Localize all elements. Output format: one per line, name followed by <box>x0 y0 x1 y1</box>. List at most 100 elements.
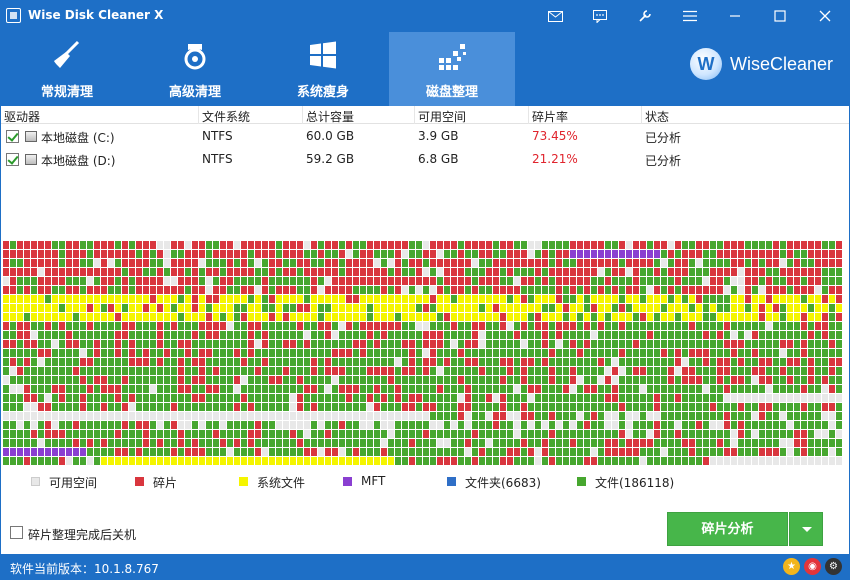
cluster-block <box>269 394 275 402</box>
cluster-block <box>311 376 317 384</box>
cluster-block <box>570 376 576 384</box>
tab-advanced-clean[interactable]: 高级清理 <box>132 32 258 106</box>
cluster-block <box>3 322 9 330</box>
drive-row[interactable]: 本地磁盘 (C:) NTFS 60.0 GB 3.9 GB 73.45% 已分析 <box>1 125 849 147</box>
cluster-block <box>136 367 142 375</box>
cluster-block <box>815 448 821 456</box>
cluster-block <box>535 295 541 303</box>
cluster-block <box>234 394 240 402</box>
col-drive[interactable]: 驱动器 <box>4 108 40 125</box>
shutdown-checkbox[interactable] <box>10 526 23 539</box>
tab-system-slim[interactable]: 系统瘦身 <box>260 32 386 106</box>
cluster-block <box>374 241 380 249</box>
cluster-block <box>486 403 492 411</box>
tab-defrag[interactable]: 磁盘整理 <box>389 32 515 106</box>
drive-row[interactable]: 本地磁盘 (D:) NTFS 59.2 GB 6.8 GB 21.21% 已分析 <box>1 148 849 170</box>
cluster-block <box>17 412 23 420</box>
cluster-block <box>486 286 492 294</box>
cluster-block <box>374 385 380 393</box>
col-status[interactable]: 状态 <box>645 108 669 125</box>
cluster-block <box>416 394 422 402</box>
cluster-block <box>549 250 555 258</box>
drive-checkbox[interactable] <box>6 130 19 143</box>
cluster-block <box>353 322 359 330</box>
close-icon[interactable] <box>811 4 839 28</box>
cluster-block <box>325 439 331 447</box>
cluster-block <box>115 250 121 258</box>
thumbs-up-icon[interactable]: ★ <box>783 558 800 575</box>
drive-checkbox[interactable] <box>6 153 19 166</box>
analyze-button[interactable]: 碎片分析 <box>667 512 788 546</box>
cluster-block <box>59 268 65 276</box>
cluster-block <box>577 367 583 375</box>
cluster-block <box>297 376 303 384</box>
cluster-block <box>297 358 303 366</box>
cluster-block <box>745 349 751 357</box>
col-filesystem[interactable]: 文件系统 <box>202 108 250 125</box>
cluster-block <box>374 322 380 330</box>
cluster-block <box>780 385 786 393</box>
cluster-block <box>185 322 191 330</box>
cluster-block <box>220 331 226 339</box>
chat-icon[interactable] <box>586 4 614 28</box>
cluster-block <box>451 349 457 357</box>
cluster-block <box>668 322 674 330</box>
cluster-block <box>556 367 562 375</box>
cluster-block <box>192 403 198 411</box>
maximize-icon[interactable] <box>766 4 794 28</box>
cluster-block <box>605 412 611 420</box>
col-free[interactable]: 可用空间 <box>418 108 466 125</box>
analyze-dropdown-button[interactable] <box>789 512 823 546</box>
cluster-block <box>332 241 338 249</box>
cluster-block <box>178 439 184 447</box>
cluster-block <box>780 304 786 312</box>
cluster-block <box>94 349 100 357</box>
cluster-block <box>31 313 37 321</box>
cluster-block <box>52 331 58 339</box>
tools-icon[interactable] <box>631 4 659 28</box>
cluster-block <box>731 295 737 303</box>
cluster-block <box>724 349 730 357</box>
cluster-block <box>465 448 471 456</box>
cluster-block <box>794 439 800 447</box>
mail-icon[interactable] <box>541 4 569 28</box>
weibo-icon[interactable]: ◉ <box>804 558 821 575</box>
cluster-block <box>591 313 597 321</box>
cluster-block <box>591 457 597 465</box>
minimize-icon[interactable] <box>721 4 749 28</box>
tab-general-clean[interactable]: 常规清理 <box>4 32 130 106</box>
cluster-block <box>752 403 758 411</box>
cluster-block <box>24 358 30 366</box>
cluster-block <box>472 376 478 384</box>
cluster-block <box>171 340 177 348</box>
cluster-block <box>703 439 709 447</box>
cluster-block <box>822 358 828 366</box>
settings-icon[interactable]: ⚙ <box>825 558 842 575</box>
cluster-block <box>640 268 646 276</box>
cluster-block <box>325 403 331 411</box>
cluster-block <box>360 403 366 411</box>
cluster-block <box>38 250 44 258</box>
cluster-block <box>808 259 814 267</box>
cluster-block <box>528 259 534 267</box>
cluster-block <box>353 448 359 456</box>
cluster-block <box>794 295 800 303</box>
cluster-block <box>402 457 408 465</box>
cluster-block <box>290 268 296 276</box>
cluster-block <box>731 322 737 330</box>
menu-icon[interactable] <box>676 4 704 28</box>
cluster-block <box>668 367 674 375</box>
cluster-block <box>801 241 807 249</box>
cluster-block <box>318 349 324 357</box>
cluster-block <box>437 394 443 402</box>
cluster-block <box>493 448 499 456</box>
cluster-block <box>325 295 331 303</box>
cluster-block <box>437 385 443 393</box>
cluster-block <box>619 358 625 366</box>
cluster-block <box>612 286 618 294</box>
cluster-block <box>444 403 450 411</box>
cluster-block <box>241 448 247 456</box>
col-total[interactable]: 总计容量 <box>306 108 354 125</box>
col-fragmentation[interactable]: 碎片率 <box>532 108 568 125</box>
cluster-block <box>360 385 366 393</box>
